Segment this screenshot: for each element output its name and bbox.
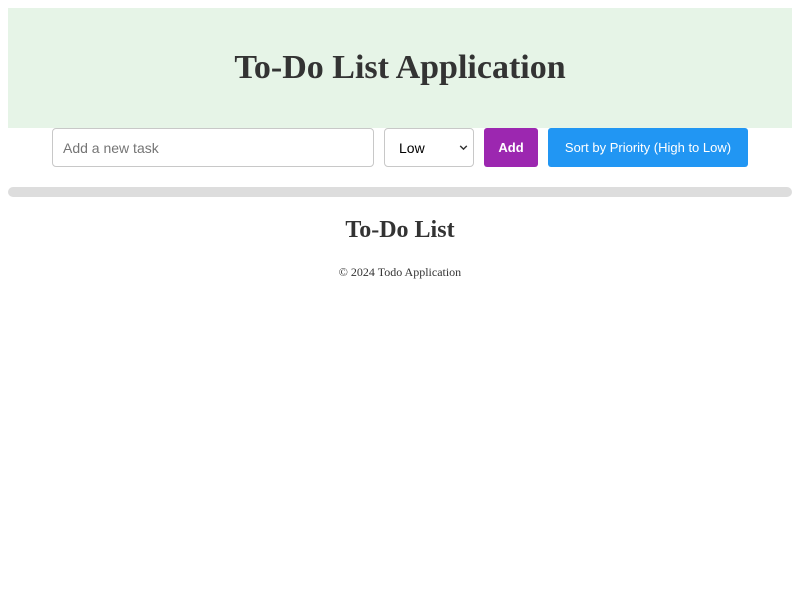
- priority-select[interactable]: Low: [384, 128, 474, 167]
- sort-by-priority-button[interactable]: Sort by Priority (High to Low): [548, 128, 748, 167]
- divider: [8, 187, 792, 197]
- page-title: To-Do List Application: [234, 49, 566, 86]
- todo-list-title: To-Do List: [345, 217, 455, 243]
- chevron-down-icon: [459, 145, 468, 151]
- add-button[interactable]: Add: [484, 128, 538, 167]
- priority-selected-value: Low: [399, 139, 425, 156]
- header-banner: To-Do List Application: [8, 8, 792, 128]
- footer-text: © 2024 Todo Application: [338, 265, 462, 279]
- task-input[interactable]: [52, 128, 374, 167]
